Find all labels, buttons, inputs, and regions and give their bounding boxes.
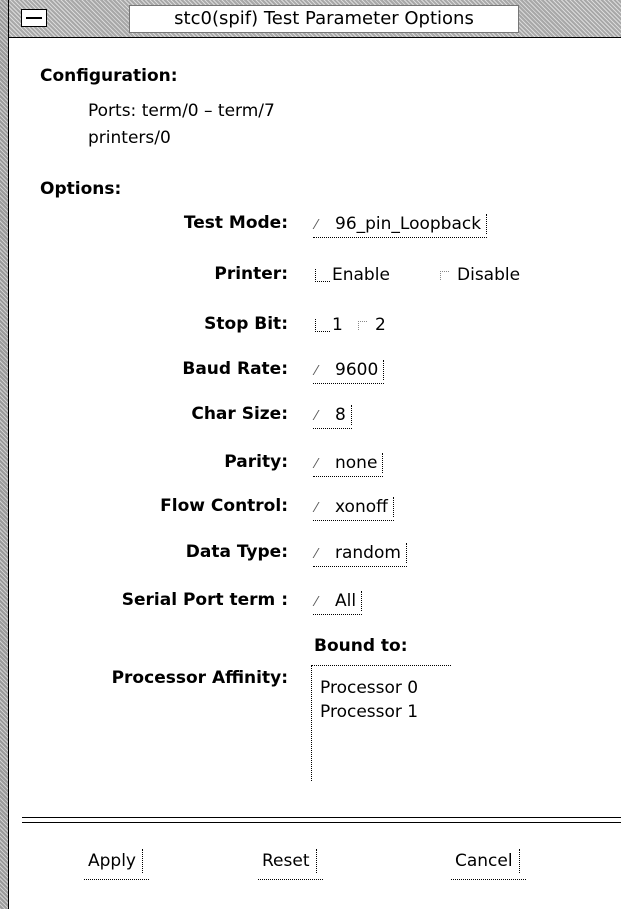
divider — [22, 817, 621, 818]
flow-control-label: Flow Control: — [160, 496, 288, 516]
printer-enable-radio[interactable]: Enable — [315, 263, 390, 287]
ports-line: Ports: term/0 – term/7 — [88, 101, 275, 121]
serial-port-value: All — [335, 591, 357, 611]
window-menu-button[interactable] — [21, 9, 47, 27]
stop-bit-1-radio[interactable]: 1 — [315, 313, 343, 337]
char-size-value: 8 — [335, 405, 346, 425]
radio-selected-icon — [315, 318, 330, 332]
data-type-menu[interactable]: ⁄ random — [313, 539, 407, 567]
stop-bit-1-label: 1 — [332, 315, 343, 335]
processor-affinity-label: Processor Affinity: — [111, 668, 288, 688]
test-mode-value: 96_pin_Loopback — [335, 214, 482, 234]
window-title: stc0(spif) Test Parameter Options — [129, 5, 519, 33]
options-heading: Options: — [40, 179, 122, 199]
serial-port-menu[interactable]: ⁄ All — [313, 587, 363, 615]
radio-unselected-icon — [358, 320, 367, 330]
bound-to-heading: Bound to: — [314, 636, 408, 656]
parity-menu[interactable]: ⁄ none — [313, 449, 384, 477]
reset-button[interactable]: Reset — [258, 846, 323, 880]
menu-mark-icon: ⁄ — [315, 218, 318, 233]
data-type-value: random — [335, 543, 401, 563]
flow-control-menu[interactable]: ⁄ xonoff — [313, 493, 394, 521]
baud-rate-label: Baud Rate: — [182, 359, 288, 379]
cancel-button[interactable]: Cancel — [451, 846, 526, 880]
parameter-options-window: stc0(spif) Test Parameter Options Config… — [0, 0, 621, 909]
printer-label: Printer: — [214, 264, 288, 284]
printer-disable-radio[interactable]: Disable — [440, 263, 520, 287]
apply-button-label: Apply — [88, 851, 136, 871]
list-item[interactable]: Processor 0 — [320, 676, 451, 700]
configuration-heading: Configuration: — [40, 66, 178, 86]
printer-disable-label: Disable — [457, 265, 521, 285]
stop-bit-label: Stop Bit: — [204, 314, 288, 334]
cancel-button-label: Cancel — [455, 851, 513, 871]
menu-mark-icon: ⁄ — [315, 409, 318, 424]
divider — [22, 822, 621, 823]
parity-value: none — [335, 453, 378, 473]
apply-button[interactable]: Apply — [84, 846, 149, 880]
menu-mark-icon: ⁄ — [315, 457, 318, 472]
baud-rate-value: 9600 — [335, 360, 379, 380]
window-border[interactable] — [0, 0, 9, 909]
window-menu-icon — [26, 17, 42, 19]
test-mode-label: Test Mode: — [183, 213, 288, 233]
char-size-menu[interactable]: ⁄ 8 — [313, 401, 352, 429]
parity-label: Parity: — [224, 452, 288, 472]
reset-button-label: Reset — [262, 851, 310, 871]
data-type-label: Data Type: — [185, 542, 288, 562]
printers-line: printers/0 — [88, 128, 171, 148]
radio-selected-icon — [315, 268, 330, 282]
menu-mark-icon: ⁄ — [315, 547, 318, 562]
menu-mark-icon: ⁄ — [315, 364, 318, 379]
baud-rate-menu[interactable]: ⁄ 9600 — [313, 356, 385, 384]
stop-bit-2-label: 2 — [375, 315, 386, 335]
serial-port-label: Serial Port term : — [121, 590, 288, 610]
flow-control-value: xonoff — [335, 497, 388, 517]
title-bar[interactable]: stc0(spif) Test Parameter Options — [9, 0, 621, 38]
radio-unselected-icon — [440, 270, 449, 280]
printer-enable-label: Enable — [332, 265, 390, 285]
stop-bit-2-radio[interactable]: 2 — [358, 313, 386, 337]
menu-mark-icon: ⁄ — [315, 595, 318, 610]
test-mode-menu[interactable]: ⁄ 96_pin_Loopback — [313, 210, 488, 238]
processor-affinity-list[interactable]: Processor 0 Processor 1 — [311, 665, 451, 781]
list-item[interactable]: Processor 1 — [320, 700, 451, 724]
char-size-label: Char Size: — [191, 404, 288, 424]
menu-mark-icon: ⁄ — [315, 501, 318, 516]
